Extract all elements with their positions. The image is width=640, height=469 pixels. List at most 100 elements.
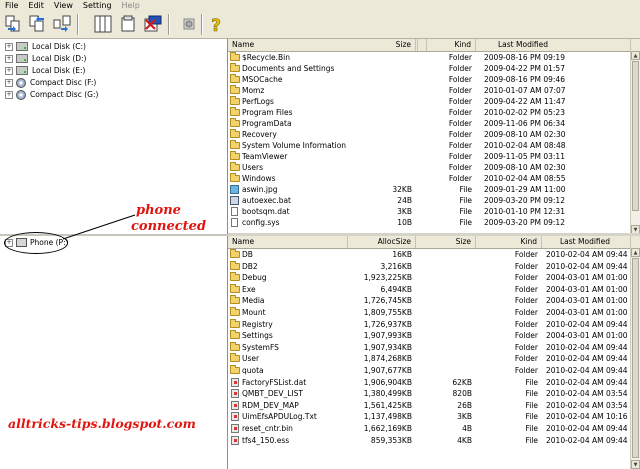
scroll-thumb[interactable] (632, 61, 639, 211)
expand-icon[interactable]: + (5, 54, 13, 63)
column-header-kind[interactable]: Kind (416, 39, 476, 51)
file-row[interactable]: User 1,874,268KB Folder 2010-02-04 AM 09:44 (228, 353, 640, 364)
file-row[interactable]: $Recycle.Bin Folder 2009-08-16 PM 09:19 (228, 52, 640, 63)
scroll-thumb[interactable] (632, 258, 639, 458)
column-header-kind[interactable]: Kind (476, 236, 542, 248)
column-header-size[interactable]: Size (360, 39, 416, 51)
column-header-modified[interactable]: Last Modified (476, 39, 631, 51)
file-modified: 2010-02-04 AM 03:54 (546, 400, 628, 410)
file-row[interactable]: Windows Folder 2010-02-04 AM 08:55 (228, 173, 640, 184)
file-row[interactable]: bootsqm.dat 3KB File 2010-01-10 PM 12:31 (228, 206, 640, 217)
file-allocsize: 3,216KB (380, 261, 412, 271)
column-header-allocsize[interactable]: AllocSize (348, 236, 416, 248)
folder-icon (230, 52, 240, 61)
file-allocsize: 1,137,498KB (363, 412, 412, 422)
file-row[interactable]: reset_cntr.bin 1,662,169KB 4B File 2010-02-0… (228, 423, 640, 434)
file-row[interactable]: quota 1,907,677KB Folder 2010-02-04 AM 09:4… (228, 365, 640, 376)
file-kind: Folder (514, 250, 538, 259)
file-row[interactable]: aswin.jpg 32KB File 2009-01-29 AM 11:00 (228, 184, 640, 195)
file-kind: File (459, 185, 472, 194)
tree-item-compact-disc-g[interactable]: + Compact Disc (G:) (5, 89, 98, 100)
column-header-size[interactable]: Size (416, 236, 476, 248)
file-kind: File (525, 389, 538, 399)
phone-file-list: Name AllocSize Size Kind Last Modified D… (228, 236, 640, 469)
file-size (360, 140, 412, 151)
file-row[interactable]: Debug 1,923,225KB Folder 2004-03-01 AM 01:0… (228, 272, 640, 283)
file-modified: 2010-02-04 AM 09:44 (546, 319, 628, 329)
file-size: 32KB (392, 185, 412, 194)
menu-edit[interactable]: Edit (23, 0, 49, 11)
file-row[interactable]: Mount 1,809,755KB Folder 2004-03-01 AM 01:0… (228, 307, 640, 318)
file-row[interactable]: System Volume Information Folder 2010-02-0… (228, 140, 640, 151)
file-size: 4B (462, 424, 472, 433)
file-row[interactable]: QMBT_DEV_LIST 1,380,499KB 820B File 2010-02-… (228, 388, 640, 399)
column-header-modified[interactable]: Last Modified (542, 236, 631, 248)
tree-item-label: Local Disk (E:) (32, 66, 86, 75)
file-row[interactable]: tfs4_150.ess 859,353KB 4KB File 2010-02-04 A… (228, 435, 640, 446)
file-name: Registry (242, 319, 273, 329)
new-folder-icon (121, 15, 135, 32)
tree-item-local-disk-d[interactable]: + Local Disk (D:) (5, 53, 86, 64)
delete-button[interactable] (142, 13, 164, 35)
expand-icon[interactable]: + (5, 78, 13, 87)
scroll-down-icon[interactable]: ▼ (631, 460, 640, 469)
copy-to-pc-button[interactable] (27, 13, 49, 35)
copy-to-pc-icon (29, 15, 44, 32)
file-row[interactable]: Media 1,726,745KB Folder 2004-03-01 AM 01:0… (228, 295, 640, 306)
menu-help[interactable]: Help (117, 0, 145, 11)
file-row[interactable]: DB 16KB Folder 2010-02-04 AM 09:44 (228, 249, 640, 260)
file-row[interactable]: PerfLogs Folder 2009-04-22 AM 11:47 (228, 96, 640, 107)
expand-icon[interactable]: + (5, 42, 13, 51)
folder-icon (230, 162, 240, 171)
file-row[interactable]: DB2 3,216KB Folder 2010-02-04 AM 09:44 (228, 260, 640, 272)
column-header-name[interactable]: Name (228, 236, 348, 248)
copy-to-phone-button[interactable] (3, 13, 25, 35)
toolbar-separator (168, 14, 170, 35)
expand-icon[interactable]: + (5, 66, 13, 75)
menu-file[interactable]: File (0, 0, 23, 11)
file-size: 3KB (457, 412, 472, 422)
file-row[interactable]: Users Folder 2009-08-10 AM 02:30 (228, 162, 640, 173)
file-row[interactable]: Exe 6,494KB Folder 2004-03-01 AM 01:00 (228, 283, 640, 295)
help-button[interactable]: ? (205, 13, 227, 35)
expand-icon[interactable]: + (5, 90, 13, 99)
folder-icon (230, 318, 240, 328)
file-row[interactable]: FactoryFSList.dat 1,906,904KB 62KB File 2010… (228, 377, 640, 388)
tree-item-local-disk-e[interactable]: + Local Disk (E:) (5, 65, 85, 76)
folder-icon (230, 107, 240, 116)
file-row[interactable]: Program Files Folder 2010-02-02 PM 05:23 (228, 107, 640, 118)
file-row[interactable]: Documents and Settings Folder 2009-04-22 P… (228, 63, 640, 74)
file-row[interactable]: ProgramData Folder 2009-11-06 PM 06:34 (228, 118, 640, 129)
file-row[interactable]: RDM_DEV_MAP 1,561,425KB 26B File 2010-02-04 … (228, 400, 640, 411)
scroll-up-icon[interactable]: ▲ (631, 51, 640, 60)
file-name: SystemFS (242, 342, 279, 352)
drive-icon (16, 54, 28, 63)
file-row[interactable]: Registry 1,726,937KB Folder 2010-02-04 AM 0… (228, 318, 640, 330)
file-row[interactable]: Settings 1,907,993KB Folder 2004-03-01 AM 0… (228, 330, 640, 341)
phone-list-scrollbar[interactable]: ▲ ▼ (630, 248, 640, 469)
file-row[interactable]: SystemFS 1,907,934KB Folder 2010-02-04 AM 0… (228, 341, 640, 353)
file-modified: 2010-02-04 AM 09:44 (546, 366, 628, 375)
scroll-up-icon[interactable]: ▲ (631, 248, 640, 257)
tree-item-compact-disc-f[interactable]: + Compact Disc (F:) (5, 77, 96, 88)
file-row[interactable]: MSOCache Folder 2009-08-16 PM 09:46 (228, 74, 640, 85)
file-row[interactable]: config.sys 10B File 2009-03-20 PM 09:12 (228, 217, 640, 228)
annotation-phone-text: phone (136, 203, 181, 218)
folder-icon (230, 295, 240, 305)
menu-setting[interactable]: Setting (78, 0, 117, 11)
settings-button[interactable] (178, 13, 200, 35)
file-row[interactable]: Momz Folder 2010-01-07 AM 07:07 (228, 85, 640, 96)
pc-list-scrollbar[interactable]: ▲ ▼ (630, 51, 640, 234)
file-modified: 2009-08-10 AM 02:30 (484, 163, 566, 172)
tree-item-local-disk-c[interactable]: + Local Disk (C:) (5, 41, 86, 52)
file-row[interactable]: UimEfsAPDULog.Txt 1,137,498KB 3KB File 2010-… (228, 411, 640, 422)
drive-icon (16, 66, 28, 75)
new-folder-button[interactable] (117, 13, 139, 35)
file-row[interactable]: autoexec.bat 24B File 2009-03-20 PM 09:12 (228, 195, 640, 206)
sync-button[interactable] (51, 13, 73, 35)
menu-view[interactable]: View (49, 0, 78, 11)
file-size (416, 319, 472, 330)
file-row[interactable]: TeamViewer Folder 2009-11-05 PM 03:11 (228, 151, 640, 162)
view-columns-button[interactable] (92, 13, 114, 35)
file-row[interactable]: Recovery Folder 2009-08-10 AM 02:30 (228, 129, 640, 140)
